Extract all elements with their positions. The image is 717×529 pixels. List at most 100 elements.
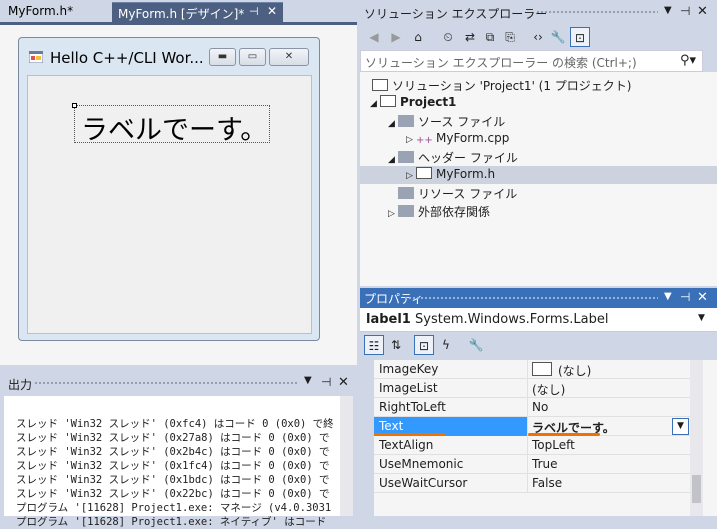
- property-value: (なし): [532, 383, 566, 397]
- tab-myform-h[interactable]: MyForm.h*: [2, 2, 110, 23]
- property-value: TopLeft: [532, 438, 575, 452]
- dropdown-icon[interactable]: ▼: [304, 375, 312, 386]
- property-row[interactable]: ImageList (なし): [374, 379, 690, 398]
- back-icon[interactable]: ◀: [364, 27, 384, 47]
- solution-icon: [372, 79, 388, 91]
- tree-item-header-files[interactable]: ◢ ヘッダー ファイル: [388, 149, 518, 167]
- tree-item-external-deps[interactable]: ▷ 外部依存関係: [388, 203, 490, 221]
- image-swatch: [532, 362, 552, 376]
- property-scrollbar[interactable]: [690, 360, 703, 516]
- search-placeholder: ソリューション エクスプローラー の検索 (Ctrl+;): [365, 56, 637, 70]
- collapsed-arrow-icon[interactable]: ▷: [406, 135, 416, 145]
- property-value: True: [532, 457, 558, 471]
- project-icon: [380, 95, 396, 107]
- column-divider: [527, 455, 528, 474]
- pin-icon[interactable]: ⊣: [321, 375, 331, 389]
- form-window[interactable]: Hello C++/CLI Wor... ▬ ▭ ✕ ラベルでーす。: [18, 37, 320, 341]
- collapsed-arrow-icon[interactable]: ▷: [406, 171, 416, 181]
- output-line: スレッド 'Win32 スレッド' (0x27a8) はコード 0 (0x0) …: [16, 432, 330, 444]
- chevron-down-icon[interactable]: ▼: [698, 313, 705, 323]
- dropdown-icon[interactable]: ▼: [664, 5, 672, 16]
- close-icon[interactable]: ✕: [697, 290, 708, 305]
- scroll-thumb[interactable]: [692, 475, 701, 503]
- forward-icon[interactable]: ▶: [386, 27, 406, 47]
- property-pages-icon[interactable]: 🔧: [466, 335, 486, 355]
- tree-item-solution[interactable]: ソリューション 'Project1' (1 プロジェクト): [372, 77, 632, 95]
- close-icon[interactable]: ✕: [267, 4, 277, 18]
- property-value: False: [532, 476, 563, 490]
- alphabetical-icon[interactable]: ⇅: [386, 335, 406, 355]
- solution-explorer-title: ソリューション エクスプローラー: [364, 7, 548, 21]
- object-name: label1 System.Windows.Forms.Label: [366, 312, 609, 327]
- cpp-file-icon: ++: [416, 135, 433, 146]
- object-selector[interactable]: label1 System.Windows.Forms.Label ▼: [360, 308, 717, 332]
- tab-myform-design[interactable]: MyForm.h [デザイン]* ⊣ ✕: [112, 2, 283, 23]
- search-icon[interactable]: ⚲▾: [680, 53, 696, 68]
- collapse-all-icon[interactable]: ⧉: [480, 27, 500, 47]
- property-row[interactable]: TextAlign TopLeft: [374, 436, 690, 455]
- property-row[interactable]: ImageKey (なし): [374, 360, 690, 379]
- column-divider: [527, 360, 528, 379]
- history-icon[interactable]: ⏲: [438, 27, 458, 47]
- drag-grip[interactable]: [404, 296, 658, 301]
- property-row[interactable]: UseMnemonic True: [374, 455, 690, 474]
- output-line: スレッド 'Win32 スレッド' (0xfc4) はコード 0 (0x0) で…: [16, 418, 334, 430]
- properties-header: プロパティ ▼ ⊣ ✕: [360, 288, 717, 308]
- properties-view-icon[interactable]: ⊡: [414, 335, 434, 355]
- tree-item-myform-cpp[interactable]: ▷ ++ MyForm.cpp: [406, 131, 509, 149]
- pin-icon[interactable]: ⊣: [680, 4, 690, 18]
- drag-grip[interactable]: [34, 381, 298, 386]
- label-text: ラベルでーす。: [81, 115, 268, 146]
- tree-item-resource-files[interactable]: リソース ファイル: [398, 185, 517, 203]
- tree-item-project[interactable]: ◢ Project1: [370, 95, 456, 113]
- output-text[interactable]: スレッド 'Win32 スレッド' (0xfc4) はコード 0 (0x0) で…: [4, 396, 349, 528]
- folder-icon: [398, 115, 414, 127]
- form-icon: [29, 51, 43, 63]
- resize-handle[interactable]: [72, 103, 77, 108]
- output-line: プログラム '[11628] Project1.exe: マネージ (v4.0.…: [16, 502, 332, 514]
- property-row[interactable]: UseWaitCursor False: [374, 474, 690, 493]
- output-title: 出力: [8, 378, 33, 392]
- events-icon[interactable]: ϟ: [436, 335, 456, 355]
- copy-icon[interactable]: ⎘: [500, 27, 520, 47]
- home-icon[interactable]: ⌂: [408, 27, 428, 47]
- property-key: UseMnemonic: [379, 457, 464, 471]
- minimize-button[interactable]: ▬: [209, 48, 236, 66]
- expanded-arrow-icon[interactable]: ◢: [388, 119, 398, 129]
- tree-label: リソース ファイル: [418, 187, 518, 201]
- chevron-down-icon[interactable]: ▼: [672, 418, 689, 435]
- close-icon[interactable]: ✕: [697, 4, 708, 19]
- expanded-arrow-icon[interactable]: ◢: [388, 155, 398, 165]
- view-code-icon[interactable]: ‹›: [528, 27, 548, 47]
- property-row[interactable]: RightToLeft No: [374, 398, 690, 417]
- tree-item-myform-h[interactable]: ▷ MyForm.h: [406, 167, 495, 185]
- drag-grip[interactable]: [536, 10, 658, 15]
- tree-item-source-files[interactable]: ◢ ソース ファイル: [388, 113, 505, 131]
- object-id: label1: [366, 312, 411, 327]
- form-titlebar: Hello C++/CLI Wor... ▬ ▭ ✕: [19, 38, 319, 76]
- property-key: UseWaitCursor: [379, 476, 468, 490]
- label-control[interactable]: ラベルでーす。: [72, 103, 270, 146]
- property-key: ImageKey: [379, 362, 439, 376]
- output-line: スレッド 'Win32 スレッド' (0x2b4c) はコード 0 (0x0) …: [16, 446, 330, 458]
- output-scrollbar[interactable]: [340, 396, 353, 516]
- sync-icon[interactable]: ⇄: [460, 27, 480, 47]
- tab-label: MyForm.h*: [8, 4, 74, 18]
- preview-icon[interactable]: ⊡: [570, 27, 590, 47]
- search-input[interactable]: ソリューション エクスプローラー の検索 (Ctrl+;) ⚲▾: [360, 50, 703, 72]
- object-type: System.Windows.Forms.Label: [415, 312, 609, 327]
- close-button[interactable]: ✕: [269, 48, 309, 66]
- properties-icon[interactable]: 🔧: [548, 27, 568, 47]
- collapsed-arrow-icon[interactable]: ▷: [388, 209, 398, 219]
- tree-label: ソース ファイル: [418, 115, 506, 129]
- expanded-arrow-icon[interactable]: ◢: [370, 99, 380, 109]
- pin-icon[interactable]: ⊣: [249, 5, 259, 18]
- maximize-button[interactable]: ▭: [239, 48, 266, 66]
- categorized-icon[interactable]: ☷: [364, 335, 384, 355]
- pin-icon[interactable]: ⊣: [680, 290, 690, 304]
- form-file-icon: [416, 167, 432, 179]
- tree-label: 外部依存関係: [418, 205, 491, 219]
- tree-label: MyForm.cpp: [436, 131, 510, 145]
- close-icon[interactable]: ✕: [338, 375, 349, 390]
- dropdown-icon[interactable]: ▼: [664, 291, 672, 302]
